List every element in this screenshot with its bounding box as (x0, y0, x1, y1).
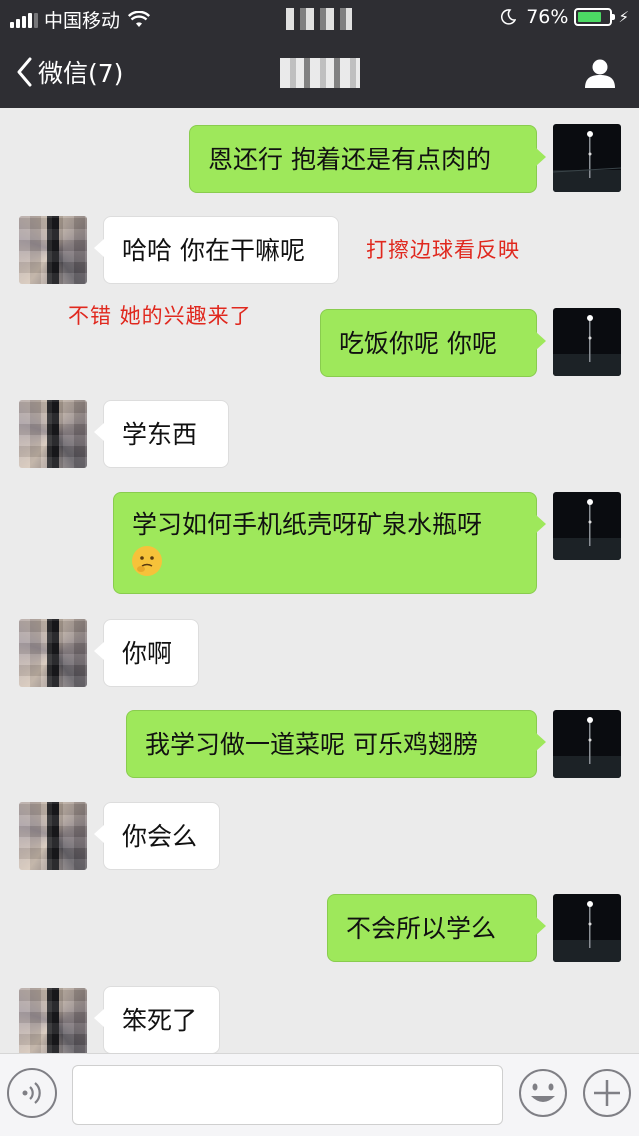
my-avatar[interactable] (553, 894, 621, 962)
message-text: 学东西 (122, 419, 198, 449)
carrier-label: 中国移动 (44, 10, 121, 32)
message-bubble-sent[interactable]: 我学习做一道菜呢 可乐鸡翅膀 (126, 710, 546, 778)
chat-area[interactable]: 恩还行 抱着还是有点肉的 哈哈 你在干嘛呢 打擦边球看反映 不错 她的兴趣来了 … (0, 108, 639, 1053)
contact-avatar[interactable] (19, 400, 87, 468)
wifi-icon (128, 10, 151, 27)
status-bar-left: 中国移动 (10, 6, 151, 33)
status-bar-right: 76% ⚡ (500, 6, 629, 28)
profile-icon[interactable] (583, 56, 617, 90)
nav-bar: 微信(7) (0, 38, 639, 108)
my-avatar[interactable] (553, 710, 621, 778)
back-label: 微信(7) (38, 59, 124, 88)
charging-bolt-icon: ⚡ (618, 8, 629, 26)
contact-avatar[interactable] (19, 802, 87, 870)
plus-button[interactable] (582, 1068, 632, 1118)
message-bubble-received[interactable]: 笨死了 (94, 986, 220, 1053)
night-street-photo (553, 124, 621, 192)
message-text: 吃饭你呢 你呢 (339, 328, 497, 358)
message-bubble-sent[interactable]: 吃饭你呢 你呢 (320, 309, 546, 377)
input-bar (0, 1053, 639, 1136)
back-chevron-icon (17, 57, 32, 87)
back-button[interactable]: 微信(7) (16, 54, 123, 90)
annotation-note: 打擦边球看反映 (366, 238, 520, 262)
signal-icon (10, 12, 38, 28)
night-street-photo (553, 710, 621, 778)
message-text: 恩还行 抱着还是有点肉的 (208, 144, 491, 174)
battery-percent: 76% (526, 6, 569, 28)
night-street-photo (553, 492, 621, 560)
voice-button[interactable] (7, 1068, 57, 1118)
message-bubble-received[interactable]: 你会么 (94, 802, 220, 870)
thinking-face-icon (132, 546, 162, 576)
message-bubble-sent[interactable]: 恩还行 抱着还是有点肉的 (189, 125, 546, 193)
voice-icon (22, 1082, 41, 1104)
message-text: 哈哈 你在干嘛呢 (122, 235, 305, 265)
contact-avatar[interactable] (19, 988, 87, 1053)
annotation-note: 不错 她的兴趣来了 (68, 304, 252, 328)
message-bubble-sent[interactable]: 不会所以学么 (327, 894, 546, 962)
message-bubble-received[interactable]: 你啊 (94, 619, 199, 687)
my-avatar[interactable] (553, 308, 621, 376)
message-text: 你啊 (122, 638, 173, 668)
message-text: 你会么 (122, 821, 198, 851)
message-text: 学习如何手机纸壳呀矿泉水瓶呀 (132, 510, 483, 539)
pixelated-time (286, 8, 352, 30)
night-street-photo (553, 308, 621, 376)
battery-icon (574, 8, 616, 26)
message-text: 不会所以学么 (346, 913, 497, 943)
message-input[interactable] (72, 1065, 503, 1125)
message-bubble-sent[interactable]: 学习如何手机纸壳呀矿泉水瓶呀 (113, 492, 546, 594)
message-text: 笨死了 (122, 1005, 198, 1035)
emoji-button[interactable] (518, 1068, 568, 1118)
message-text: 我学习做一道菜呢 可乐鸡翅膀 (145, 729, 478, 759)
status-bar: 中国移动 76% ⚡ (0, 0, 639, 38)
night-street-photo (553, 894, 621, 962)
contact-avatar[interactable] (19, 216, 87, 284)
my-avatar[interactable] (553, 124, 621, 192)
moon-icon (501, 9, 517, 25)
contact-avatar[interactable] (19, 619, 87, 687)
message-bubble-received[interactable]: 哈哈 你在干嘛呢 (94, 216, 339, 284)
message-bubble-received[interactable]: 学东西 (94, 400, 229, 468)
pixelated-contact-name (280, 58, 360, 88)
my-avatar[interactable] (553, 492, 621, 560)
